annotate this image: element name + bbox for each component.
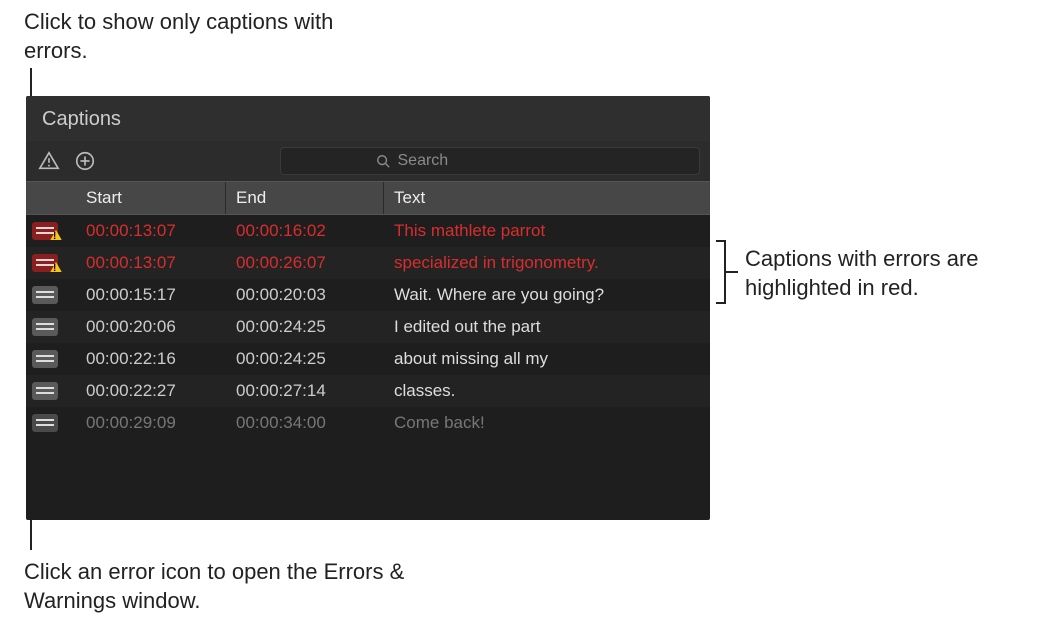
column-headers: Start End Text <box>26 181 710 215</box>
caption-text[interactable]: classes. <box>384 381 710 401</box>
caption-end-time[interactable]: 00:00:24:25 <box>226 317 384 337</box>
warning-badge-icon <box>48 230 64 240</box>
caption-row[interactable]: 00:00:29:0900:00:34:00Come back! <box>26 407 710 439</box>
leader-bracket <box>716 240 726 304</box>
caption-end-time[interactable]: 00:00:26:07 <box>226 253 384 273</box>
add-caption-button[interactable] <box>72 148 98 174</box>
caption-error-icon[interactable] <box>26 254 76 272</box>
captions-list: 00:00:13:0700:00:16:02This mathlete parr… <box>26 215 710 520</box>
caption-text[interactable]: specialized in trigonometry. <box>384 253 710 273</box>
column-header-icon[interactable] <box>26 182 76 214</box>
caption-start-time[interactable]: 00:00:15:17 <box>76 285 226 305</box>
caption-end-time[interactable]: 00:00:27:14 <box>226 381 384 401</box>
caption-row[interactable]: 00:00:15:1700:00:20:03Wait. Where are yo… <box>26 279 710 311</box>
caption-text[interactable]: I edited out the part <box>384 317 710 337</box>
caption-glyph-icon <box>32 254 58 272</box>
caption-glyph-icon <box>32 318 58 336</box>
caption-start-time[interactable]: 00:00:20:06 <box>76 317 226 337</box>
caption-row[interactable]: 00:00:22:2700:00:27:14classes. <box>26 375 710 407</box>
caption-end-time[interactable]: 00:00:34:00 <box>226 413 384 433</box>
caption-icon <box>26 350 76 368</box>
caption-row[interactable]: 00:00:13:0700:00:16:02This mathlete parr… <box>26 215 710 247</box>
caption-row[interactable]: 00:00:13:0700:00:26:07specialized in tri… <box>26 247 710 279</box>
caption-glyph-icon <box>32 414 58 432</box>
column-header-start[interactable]: Start <box>76 182 226 214</box>
callout-filter-errors: Click to show only captions with errors. <box>24 8 374 65</box>
caption-start-time[interactable]: 00:00:29:09 <box>76 413 226 433</box>
caption-glyph-icon <box>32 286 58 304</box>
caption-text[interactable]: This mathlete parrot <box>384 221 710 241</box>
caption-glyph-icon <box>32 382 58 400</box>
callout-error-icon: Click an error icon to open the Errors &… <box>24 558 424 615</box>
column-header-end[interactable]: End <box>226 182 384 214</box>
caption-start-time[interactable]: 00:00:13:07 <box>76 221 226 241</box>
filter-errors-button[interactable] <box>36 148 62 174</box>
warning-triangle-icon <box>38 150 60 172</box>
caption-error-icon[interactable] <box>26 222 76 240</box>
leader-line <box>726 271 738 273</box>
panel-title: Captions <box>26 96 710 141</box>
caption-icon <box>26 318 76 336</box>
caption-text[interactable]: Wait. Where are you going? <box>384 285 710 305</box>
callout-errors-red: Captions with errors are highlighted in … <box>745 245 1035 302</box>
caption-glyph-icon <box>32 350 58 368</box>
search-icon <box>376 154 390 168</box>
caption-end-time[interactable]: 00:00:16:02 <box>226 221 384 241</box>
caption-row[interactable]: 00:00:22:1600:00:24:25about missing all … <box>26 343 710 375</box>
caption-end-time[interactable]: 00:00:20:03 <box>226 285 384 305</box>
caption-icon <box>26 414 76 432</box>
caption-text[interactable]: about missing all my <box>384 349 710 369</box>
column-header-text[interactable]: Text <box>384 182 710 214</box>
caption-end-time[interactable]: 00:00:24:25 <box>226 349 384 369</box>
warning-badge-icon <box>48 262 64 272</box>
plus-circle-icon <box>74 150 96 172</box>
captions-panel: Captions Start End Te <box>26 96 710 520</box>
caption-start-time[interactable]: 00:00:13:07 <box>76 253 226 273</box>
caption-glyph-icon <box>32 222 58 240</box>
search-input[interactable] <box>398 152 605 170</box>
caption-start-time[interactable]: 00:00:22:27 <box>76 381 226 401</box>
captions-toolbar <box>26 141 710 181</box>
search-field[interactable] <box>280 147 700 175</box>
caption-row[interactable]: 00:00:20:0600:00:24:25I edited out the p… <box>26 311 710 343</box>
caption-icon <box>26 382 76 400</box>
caption-text[interactable]: Come back! <box>384 413 710 433</box>
caption-icon <box>26 286 76 304</box>
caption-start-time[interactable]: 00:00:22:16 <box>76 349 226 369</box>
